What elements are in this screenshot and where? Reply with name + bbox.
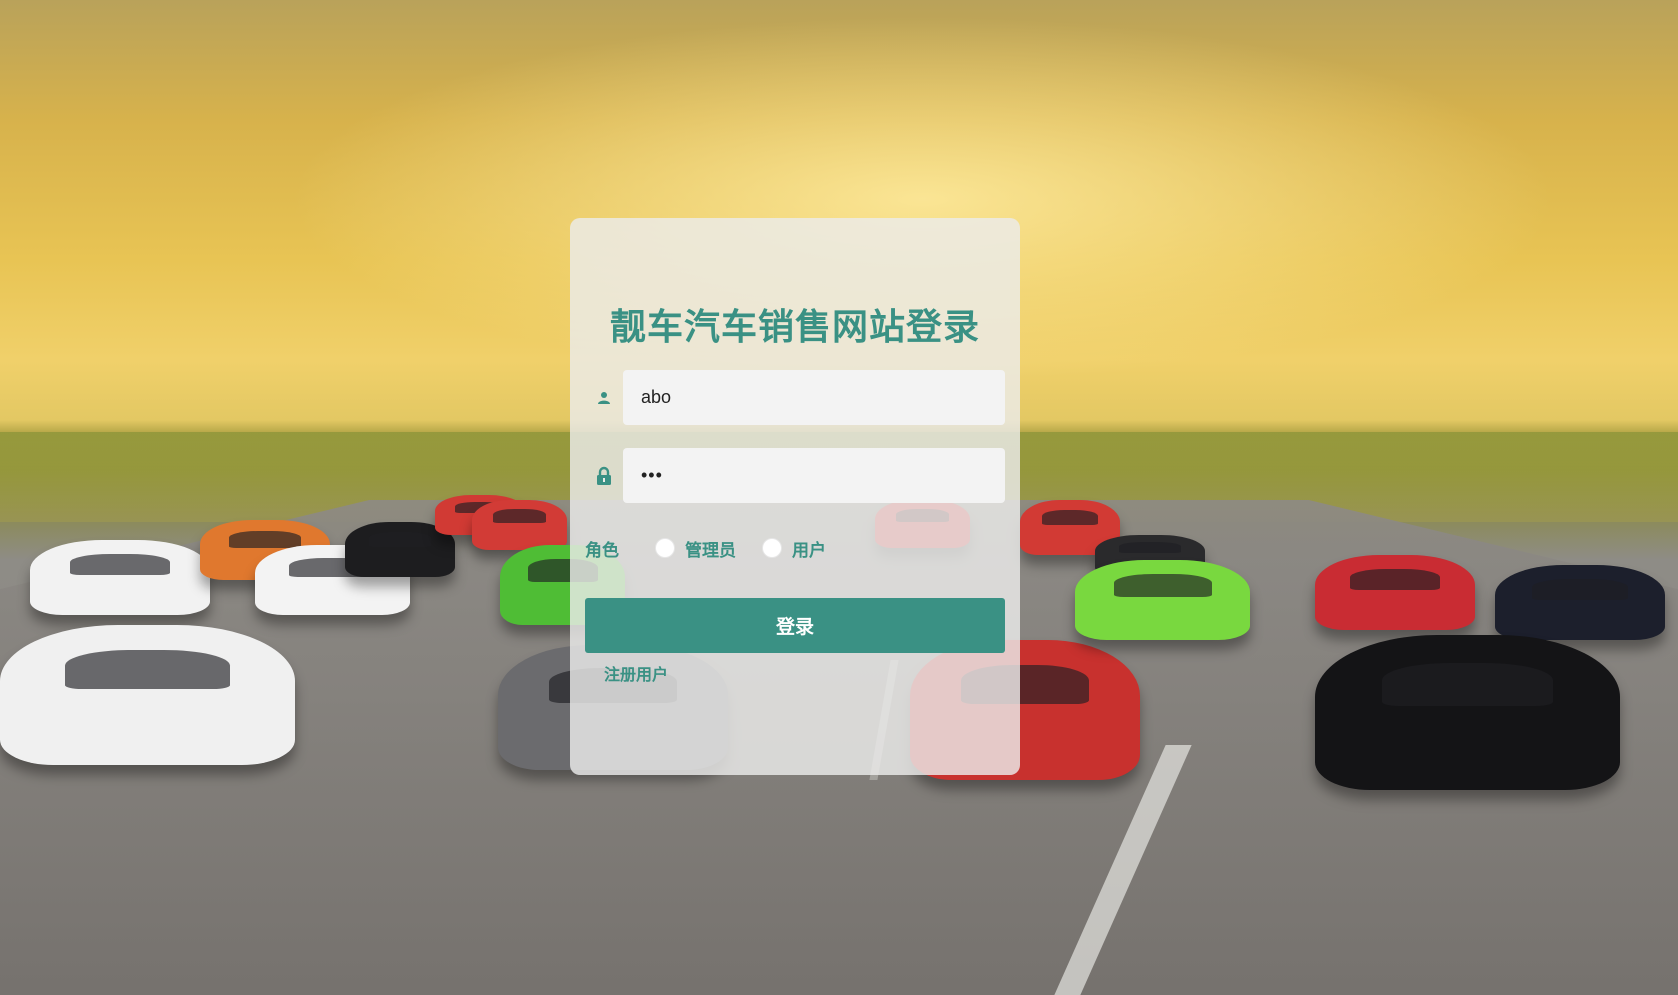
password-input[interactable] [623, 448, 1005, 503]
role-option-user[interactable]: 用户 [762, 536, 826, 561]
username-row [585, 370, 1005, 425]
car-decoration [1495, 565, 1665, 640]
car-decoration [472, 500, 567, 550]
admin-radio-label: 管理员 [685, 540, 736, 561]
user-icon [585, 370, 623, 425]
login-panel: 靓车汽车销售网站登录 角色 管理员 用户 登录 [570, 218, 1020, 775]
login-button[interactable]: 登录 [585, 598, 1005, 653]
user-radio-label: 用户 [792, 540, 826, 561]
role-selector: 角色 管理员 用户 [585, 533, 1005, 563]
car-decoration [1315, 555, 1475, 630]
password-row [585, 448, 1005, 503]
role-option-admin[interactable]: 管理员 [655, 536, 736, 561]
user-radio[interactable] [762, 538, 782, 558]
car-decoration [1075, 560, 1250, 640]
username-input[interactable] [623, 370, 1005, 425]
role-label: 角色 [585, 540, 619, 561]
car-decoration [30, 540, 210, 615]
register-link[interactable]: 注册用户 [604, 661, 668, 685]
page-title: 靓车汽车销售网站登录 [609, 307, 980, 348]
car-decoration [1315, 635, 1620, 790]
admin-radio[interactable] [655, 538, 675, 558]
lock-icon [585, 448, 623, 503]
car-decoration [0, 625, 295, 765]
